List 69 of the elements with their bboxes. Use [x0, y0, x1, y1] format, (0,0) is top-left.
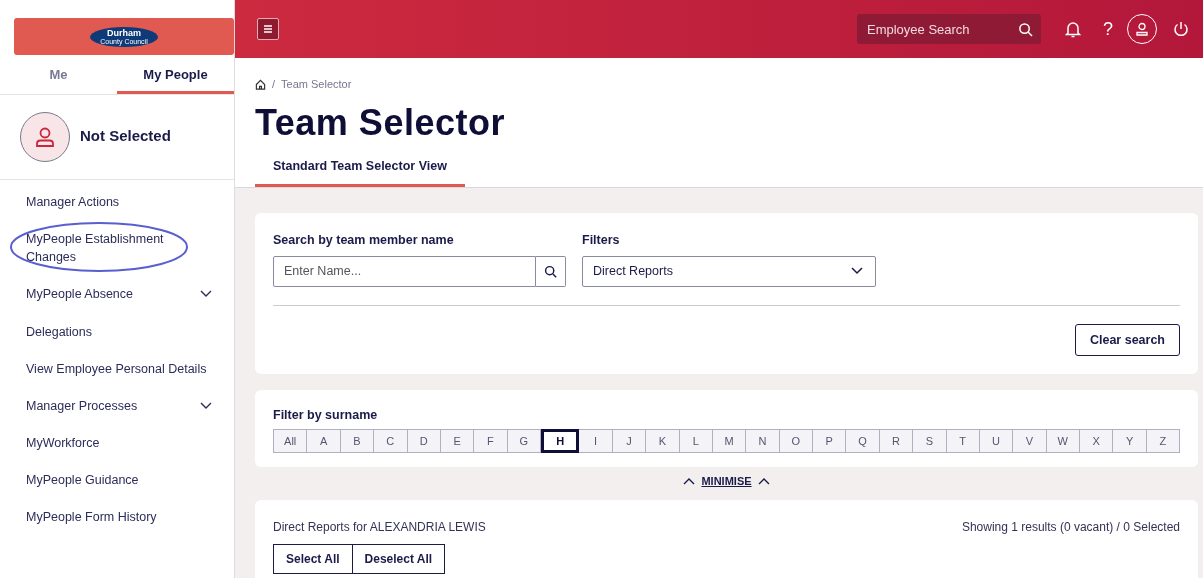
name-search-field[interactable]: Enter Name...: [273, 255, 536, 287]
sidebar-tab[interactable]: Me: [0, 55, 117, 94]
select-button[interactable]: Select All: [273, 543, 353, 574]
select-button[interactable]: Deselect All: [352, 543, 446, 574]
breadcrumb-separator: /: [272, 77, 276, 92]
letter-filter-button[interactable]: W: [1046, 429, 1080, 454]
breadcrumb-item[interactable]: Team Selector: [281, 76, 352, 93]
section-label: Filter by surname: [273, 407, 379, 425]
sidebar-menu-item[interactable]: Manager Processes: [26, 396, 138, 415]
letter-filter-button[interactable]: F: [474, 429, 508, 454]
letter-filter-button[interactable]: E: [440, 429, 475, 454]
letter-filter-button[interactable]: X: [1080, 429, 1114, 454]
sidebar-menu-item[interactable]: MyPeople Guidance: [26, 471, 139, 490]
power-icon[interactable]: [1173, 21, 1189, 37]
letter-filter-button[interactable]: P: [813, 429, 847, 454]
letter-filter-button[interactable]: Q: [846, 429, 880, 454]
letter-filter-button[interactable]: L: [679, 429, 713, 454]
letter-filter-button[interactable]: D: [407, 429, 441, 454]
letter-filter-button[interactable]: J: [612, 429, 647, 454]
menu-icon: [263, 24, 273, 34]
sidebar-menu-item[interactable]: Manager Actions: [26, 193, 120, 212]
letter-filter-button[interactable]: B: [340, 429, 375, 454]
filters-dropdown[interactable]: Direct Reports: [582, 255, 876, 287]
chevron-down-icon[interactable]: [200, 290, 212, 299]
minimise-link[interactable]: MINIMISE: [701, 473, 752, 490]
letter-filter-button[interactable]: Y: [1113, 429, 1147, 454]
search-icon: [544, 264, 557, 278]
view-tab[interactable]: Standard Team Selector View: [255, 157, 465, 187]
sidebar-menu-item[interactable]: View Employee Personal Details: [26, 359, 207, 378]
letter-filter-button[interactable]: H: [541, 429, 580, 454]
sidebar-menu-item[interactable]: Delegations: [26, 322, 92, 341]
search-icon: [1018, 21, 1034, 37]
letter-filter-button[interactable]: A: [307, 429, 341, 454]
employee-search-field[interactable]: Employee Search: [857, 14, 1011, 44]
letter-filter-button[interactable]: U: [979, 429, 1014, 454]
field-label: Filters: [582, 231, 621, 249]
search-button[interactable]: [536, 255, 566, 287]
chevron-down-icon: [851, 267, 863, 276]
letter-filter-button[interactable]: T: [946, 429, 980, 454]
search-button[interactable]: [1011, 14, 1041, 44]
clear-search-button[interactable]: Clear search: [1074, 323, 1180, 357]
letter-filter-button[interactable]: O: [779, 429, 813, 454]
profile-name: Not Selected: [80, 126, 171, 147]
chevron-up-icon[interactable]: [683, 477, 696, 485]
page-title: Team Selector: [255, 102, 506, 143]
sidebar-menu-item[interactable]: MyPeople Absence: [26, 285, 133, 304]
menu-button[interactable]: [257, 18, 279, 40]
help-link[interactable]: ?: [1103, 20, 1113, 38]
letter-filter-button[interactable]: R: [879, 429, 914, 454]
field-label: Search by team member name: [273, 231, 455, 249]
results-summary: Showing 1 results (0 vacant) / 0 Selected: [961, 518, 1180, 536]
letter-filter-button[interactable]: I: [579, 429, 613, 454]
notification-bell-icon[interactable]: [1065, 20, 1081, 38]
letter-filter-button[interactable]: N: [746, 429, 780, 454]
results-title: Direct Reports for ALEXANDRIA LEWIS: [273, 518, 486, 536]
letter-filter-button[interactable]: Z: [1146, 429, 1181, 454]
chevron-up-icon[interactable]: [757, 477, 770, 485]
letter-filter-button[interactable]: S: [913, 429, 947, 454]
letter-filter-button[interactable]: All: [273, 429, 308, 454]
home-icon[interactable]: [255, 78, 266, 90]
sidebar-menu-item[interactable]: MyPeople Form History: [26, 508, 157, 527]
sidebar-menu-item[interactable]: MyWorkforce: [26, 433, 100, 452]
letter-filter-button[interactable]: M: [712, 429, 747, 454]
letter-filter-button[interactable]: G: [507, 429, 541, 454]
letter-filter-button[interactable]: C: [374, 429, 408, 454]
avatar-icon: [20, 111, 70, 162]
letter-filter-button[interactable]: V: [1013, 429, 1047, 454]
chevron-down-icon[interactable]: [200, 401, 212, 410]
letter-filter-button[interactable]: K: [646, 429, 680, 454]
